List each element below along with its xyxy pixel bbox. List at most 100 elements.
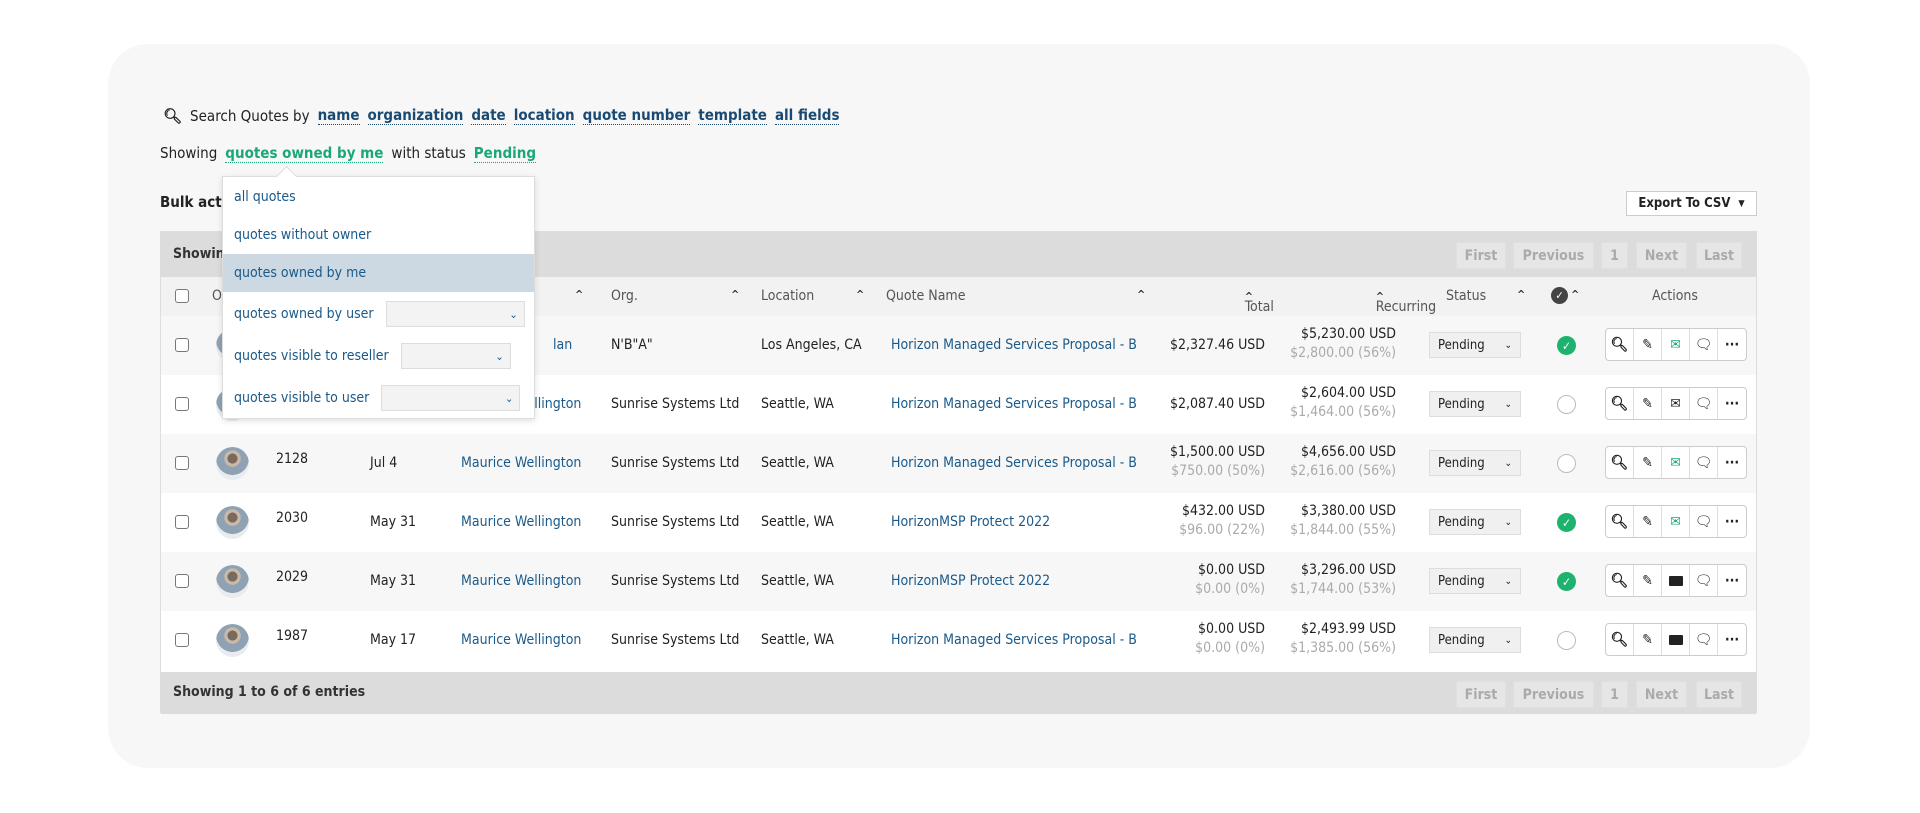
user-select[interactable]: ⌄ — [385, 301, 525, 327]
customer-name-link[interactable]: Maurice Wellington — [461, 573, 581, 589]
approved-header-icon[interactable]: ✓ — [1551, 287, 1568, 304]
dropdown-item-all-quotes[interactable]: all quotes — [223, 178, 534, 216]
view-search-icon[interactable]: 🔍︎ — [1606, 447, 1634, 478]
customer-name-link[interactable]: lan — [553, 337, 572, 353]
header-org[interactable]: Org. — [611, 288, 638, 304]
unapproved-circle-icon[interactable] — [1557, 454, 1576, 473]
status-select[interactable]: Pending ⌄ — [1429, 391, 1521, 417]
more-ellipsis-icon[interactable]: ··· — [1718, 624, 1746, 655]
pagination-next[interactable]: Next — [1636, 681, 1687, 708]
search-by-date[interactable]: date — [471, 106, 506, 125]
edit-pencil-icon[interactable]: ✎ — [1634, 388, 1662, 419]
pagination-last[interactable]: Last — [1696, 242, 1742, 269]
comment-bubble-icon[interactable]: 🗨︎ — [1690, 506, 1718, 537]
customer-name-link[interactable]: Maurice Wellington — [461, 514, 581, 530]
approved-check-icon[interactable]: ✓ — [1557, 572, 1576, 591]
email-envelope-icon[interactable]: ✉ — [1662, 506, 1690, 537]
unapproved-circle-icon[interactable] — [1557, 395, 1576, 414]
header-location[interactable]: Location — [761, 288, 814, 304]
quote-name-link[interactable]: Horizon Managed Services Proposal - B — [891, 455, 1137, 471]
pagination-next[interactable]: Next — [1636, 242, 1687, 269]
row-checkbox[interactable] — [175, 338, 189, 352]
search-by-all-fields[interactable]: all fields — [774, 106, 840, 125]
status-select[interactable]: Pending ⌄ — [1429, 509, 1521, 535]
edit-pencil-icon[interactable]: ✎ — [1634, 565, 1662, 596]
status-select[interactable]: Pending ⌄ — [1429, 332, 1521, 358]
search-by-location[interactable]: location — [513, 106, 575, 125]
status-select[interactable]: Pending ⌄ — [1429, 568, 1521, 594]
status-select[interactable]: Pending ⌄ — [1429, 450, 1521, 476]
customer-name-link[interactable]: Maurice Wellington — [461, 455, 581, 471]
dropdown-item-quotes-owned-by-me[interactable]: quotes owned by me — [223, 254, 534, 292]
sort-caret-icon[interactable]: ^ — [575, 288, 583, 301]
dropdown-item-quotes-visible-to-reseller[interactable]: quotes visible to reseller ⌄ — [223, 337, 534, 375]
email-envelope-icon[interactable] — [1662, 565, 1690, 596]
edit-pencil-icon[interactable]: ✎ — [1634, 447, 1662, 478]
edit-pencil-icon[interactable]: ✎ — [1634, 624, 1662, 655]
select-all-checkbox[interactable] — [175, 289, 189, 303]
quote-name-link[interactable]: Horizon Managed Services Proposal - B — [891, 337, 1137, 353]
export-csv-button[interactable]: Export To CSV ▼ — [1626, 191, 1757, 216]
search-by-template[interactable]: template — [698, 106, 767, 125]
quote-name-link[interactable]: HorizonMSP Protect 2022 — [891, 514, 1050, 530]
more-ellipsis-icon[interactable]: ··· — [1718, 447, 1746, 478]
status-select[interactable]: Pending ⌄ — [1429, 627, 1521, 653]
view-search-icon[interactable]: 🔍︎ — [1606, 624, 1634, 655]
dropdown-item-quotes-owned-by-user[interactable]: quotes owned by user ⌄ — [223, 295, 534, 333]
email-envelope-icon[interactable] — [1662, 624, 1690, 655]
more-ellipsis-icon[interactable]: ··· — [1718, 565, 1746, 596]
dropdown-item-quotes-visible-to-user[interactable]: quotes visible to user ⌄ — [223, 379, 534, 417]
row-checkbox[interactable] — [175, 397, 189, 411]
pagination-first[interactable]: First — [1456, 242, 1506, 269]
search-by-name[interactable]: name — [317, 106, 360, 125]
row-checkbox[interactable] — [175, 456, 189, 470]
email-envelope-icon[interactable]: ✉ — [1662, 388, 1690, 419]
comment-bubble-icon[interactable]: 🗨︎ — [1690, 447, 1718, 478]
dropdown-item-quotes-without-owner[interactable]: quotes without owner — [223, 216, 534, 254]
pagination-1[interactable]: 1 — [1601, 681, 1628, 708]
quote-name-link[interactable]: Horizon Managed Services Proposal - B — [891, 632, 1137, 648]
header-owner[interactable]: O — [212, 288, 222, 304]
comment-bubble-icon[interactable]: 🗨︎ — [1690, 624, 1718, 655]
sort-caret-icon[interactable]: ^ — [1571, 288, 1579, 301]
row-checkbox[interactable] — [175, 574, 189, 588]
view-search-icon[interactable]: 🔍︎ — [1606, 565, 1634, 596]
approved-check-icon[interactable]: ✓ — [1557, 336, 1576, 355]
row-checkbox[interactable] — [175, 515, 189, 529]
edit-pencil-icon[interactable]: ✎ — [1634, 329, 1662, 360]
sort-caret-icon[interactable]: ^ — [1517, 288, 1525, 301]
header-status[interactable]: Status — [1446, 288, 1486, 304]
search-by-organization[interactable]: organization — [367, 106, 464, 125]
email-envelope-icon[interactable]: ✉ — [1662, 447, 1690, 478]
sort-caret-icon[interactable]: ^ — [731, 288, 739, 301]
edit-pencil-icon[interactable]: ✎ — [1634, 506, 1662, 537]
quote-name-link[interactable]: Horizon Managed Services Proposal - B — [891, 396, 1137, 412]
pagination-previous[interactable]: Previous — [1513, 242, 1594, 269]
view-search-icon[interactable]: 🔍︎ — [1606, 388, 1634, 419]
comment-bubble-icon[interactable]: 🗨︎ — [1690, 329, 1718, 360]
user-select[interactable]: ⌄ — [400, 343, 511, 369]
header-total[interactable]: Total ^ — [1245, 288, 1274, 315]
status-filter-link[interactable]: Pending — [473, 144, 537, 163]
email-envelope-icon[interactable]: ✉ — [1662, 329, 1690, 360]
user-select[interactable]: ⌄ — [381, 385, 521, 411]
more-ellipsis-icon[interactable]: ··· — [1718, 388, 1746, 419]
pagination-first[interactable]: First — [1456, 681, 1506, 708]
comment-bubble-icon[interactable]: 🗨︎ — [1690, 565, 1718, 596]
more-ellipsis-icon[interactable]: ··· — [1718, 506, 1746, 537]
view-search-icon[interactable]: 🔍︎ — [1606, 506, 1634, 537]
search-by-quote-number[interactable]: quote number — [582, 106, 691, 125]
pagination-1[interactable]: 1 — [1601, 242, 1628, 269]
pagination-previous[interactable]: Previous — [1513, 681, 1594, 708]
quote-name-link[interactable]: HorizonMSP Protect 2022 — [891, 573, 1050, 589]
owner-filter-link[interactable]: quotes owned by me — [225, 144, 384, 163]
view-search-icon[interactable]: 🔍︎ — [1606, 329, 1634, 360]
header-recurring[interactable]: Recurring ^ — [1376, 288, 1436, 315]
customer-name-link[interactable]: Maurice Wellington — [461, 632, 581, 648]
pagination-last[interactable]: Last — [1696, 681, 1742, 708]
sort-caret-icon[interactable]: ^ — [1137, 288, 1145, 301]
sort-caret-icon[interactable]: ^ — [856, 288, 864, 301]
approved-check-icon[interactable]: ✓ — [1557, 513, 1576, 532]
row-checkbox[interactable] — [175, 633, 189, 647]
header-quote-name[interactable]: Quote Name — [886, 288, 965, 304]
